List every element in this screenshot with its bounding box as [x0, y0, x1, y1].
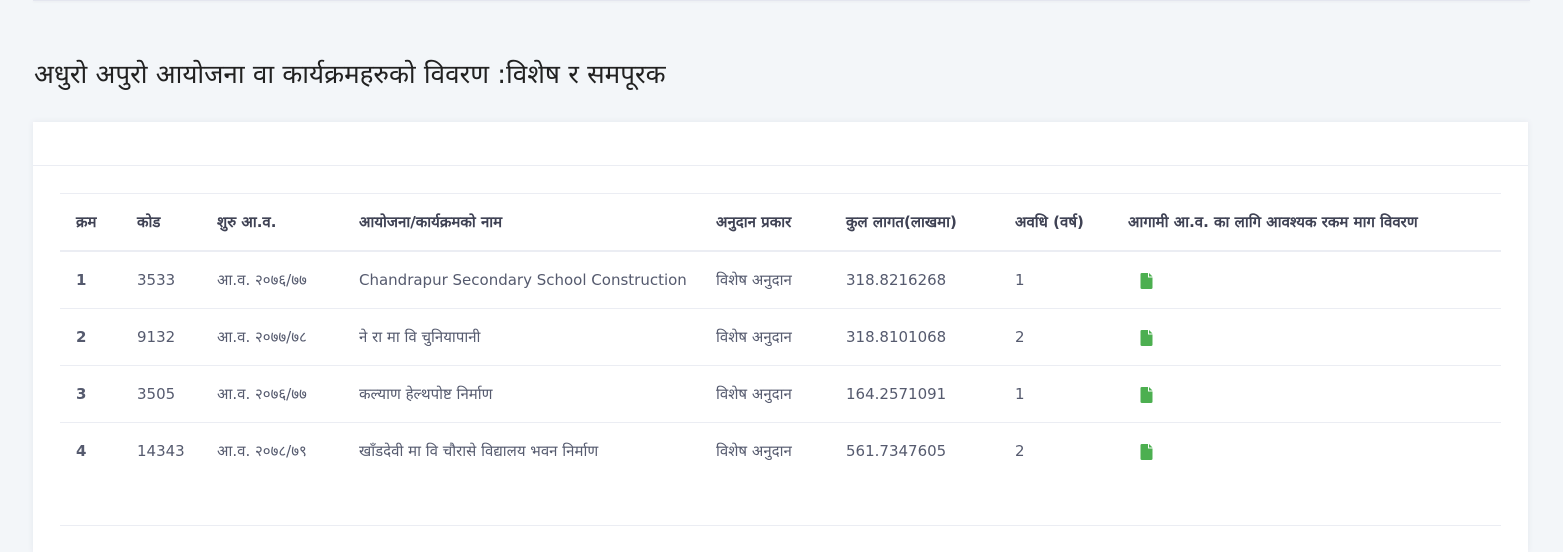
file-icon[interactable]: [1140, 329, 1153, 346]
row-duration: 1: [999, 365, 1112, 423]
page-title: अधुरो अपुरो आयोजना वा कार्यक्रमहरुको विव…: [34, 60, 666, 90]
table-row: 3 3505 आ.व. २०७६/७७ कल्याण हेल्थपोष्ट नि…: [60, 365, 1501, 423]
row-total-cost: 164.2571091: [830, 365, 999, 423]
row-grant-type: विशेष अनुदान: [700, 251, 830, 309]
column-header-sn: क्रम: [60, 193, 121, 252]
column-header-demand-details: आगामी आ.व. का लागि आवश्यक रकम माग विवरण: [1112, 193, 1501, 252]
row-code: 14343: [137, 442, 185, 460]
column-header-code: कोड: [121, 193, 201, 252]
row-total-cost: 561.7347605: [846, 442, 947, 460]
row-code: 3505: [121, 365, 201, 423]
row-duration: 1: [999, 251, 1112, 309]
table-header-row: क्रम कोड शुरु आ.व. आयोजना/कार्यक्रमको ना…: [60, 193, 1501, 252]
row-demand-details: [1112, 308, 1501, 366]
column-header-duration: अवधि (वर्ष): [999, 193, 1112, 252]
row-start-fy: आ.व. २०७८/७९: [217, 442, 307, 460]
file-icon[interactable]: [1140, 272, 1153, 289]
row-duration: 2: [999, 308, 1112, 366]
row-sn: 2: [60, 308, 121, 366]
row-sn: 3: [60, 365, 121, 423]
column-header-project-name: आयोजना/कार्यक्रमको नाम: [343, 193, 700, 252]
row-grant-type: विशेष अनुदान: [700, 308, 830, 366]
column-header-total-cost: कुल लागत(लाखमा): [830, 193, 999, 252]
row-duration: 2: [1015, 442, 1025, 460]
row-code: 9132: [121, 308, 201, 366]
top-card-edge: [33, 0, 1530, 1]
row-total-cost: 318.8216268: [830, 251, 999, 309]
row-start-fy: आ.व. २०७६/७७: [201, 251, 343, 309]
column-header-grant-type: अनुदान प्रकार: [700, 193, 830, 252]
card-header: [33, 122, 1528, 166]
row-start-fy: आ.व. २०७७/७८: [201, 308, 343, 366]
row-grant-type: विशेष अनुदान: [716, 442, 792, 460]
table-row: 1 3533 आ.व. २०७६/७७ Chandrapur Secondary…: [60, 251, 1501, 309]
table-row: 4 14343 आ.व. २०७८/७९ खाँडदेवी मा वि चौरा…: [60, 423, 1501, 480]
row-code: 3533: [121, 251, 201, 309]
file-icon[interactable]: [1140, 386, 1153, 403]
row-start-fy: आ.व. २०७६/७७: [201, 365, 343, 423]
row-demand-details: [1112, 251, 1501, 309]
row-project-name: Chandrapur Secondary School Construction: [343, 251, 700, 309]
row-sn: 4: [76, 442, 87, 460]
column-header-start-fy: शुरु आ.व.: [201, 193, 343, 252]
row-project-name: खाँडदेवी मा वि चौरासे विद्यालय भवन निर्म…: [359, 442, 599, 460]
file-icon[interactable]: [1140, 443, 1153, 460]
row-grant-type: विशेष अनुदान: [700, 365, 830, 423]
row-project-name: कल्याण हेल्थपोष्ट निर्माण: [343, 365, 700, 423]
row-total-cost: 318.8101068: [830, 308, 999, 366]
projects-table: क्रम कोड शुरु आ.व. आयोजना/कार्यक्रमको ना…: [60, 193, 1501, 479]
row-demand-details: [1112, 423, 1501, 480]
table-row: 2 9132 आ.व. २०७७/७८ ने रा मा वि चुनियापा…: [60, 308, 1501, 366]
row-demand-details: [1112, 365, 1501, 423]
projects-card: क्रम कोड शुरु आ.व. आयोजना/कार्यक्रमको ना…: [33, 122, 1528, 552]
row-sn: 1: [60, 251, 121, 309]
table-footer-divider: [60, 525, 1501, 526]
row-project-name: ने रा मा वि चुनियापानी: [343, 308, 700, 366]
